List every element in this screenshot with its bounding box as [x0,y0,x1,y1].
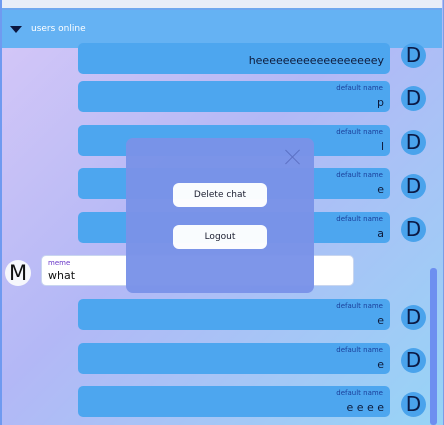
top-strip [2,0,442,10]
avatar: D [401,348,426,373]
avatar: D [401,392,426,417]
message-bubble: default name e e e e [78,386,390,417]
message-sender: default name [336,84,383,92]
message-sender: default name [336,302,383,310]
close-icon[interactable] [285,149,301,165]
own-message-text: what [48,269,76,282]
avatar: D [401,305,426,330]
avatar: D [401,217,426,242]
message-text: a [377,227,384,240]
scrollbar-thumb[interactable] [430,268,437,425]
message-text: heeeeeeeeeeeeeeeeeey [248,54,384,67]
avatar: D [401,43,426,68]
message-sender: default name [336,171,383,179]
options-modal: Delete chat Logout [126,138,314,293]
message-sender: default name [336,215,383,223]
message-text: e [377,358,384,371]
delete-chat-button[interactable]: Delete chat [173,183,267,207]
message-bubble: default name e [78,299,390,330]
message-sender: default name [336,389,383,397]
message-text: p [377,96,384,109]
avatar: D [401,174,426,199]
message-bubble: default name p [78,81,390,112]
message-text: e [377,183,384,196]
users-online-label: users online [31,24,86,34]
message-text: l [380,140,384,153]
own-avatar: M [5,260,31,286]
own-message-sender: meme [48,259,71,267]
message-bubble: heeeeeeeeeeeeeeeeeey [78,43,390,74]
triangle-down-icon[interactable] [10,26,22,33]
avatar: D [401,86,426,111]
message-sender: default name [336,346,383,354]
logout-button[interactable]: Logout [173,225,267,249]
avatar: D [401,130,426,155]
message-text: e e e e [346,401,384,414]
message-bubble: default name e [78,343,390,374]
message-text: e [377,314,384,327]
message-sender: default name [336,128,383,136]
